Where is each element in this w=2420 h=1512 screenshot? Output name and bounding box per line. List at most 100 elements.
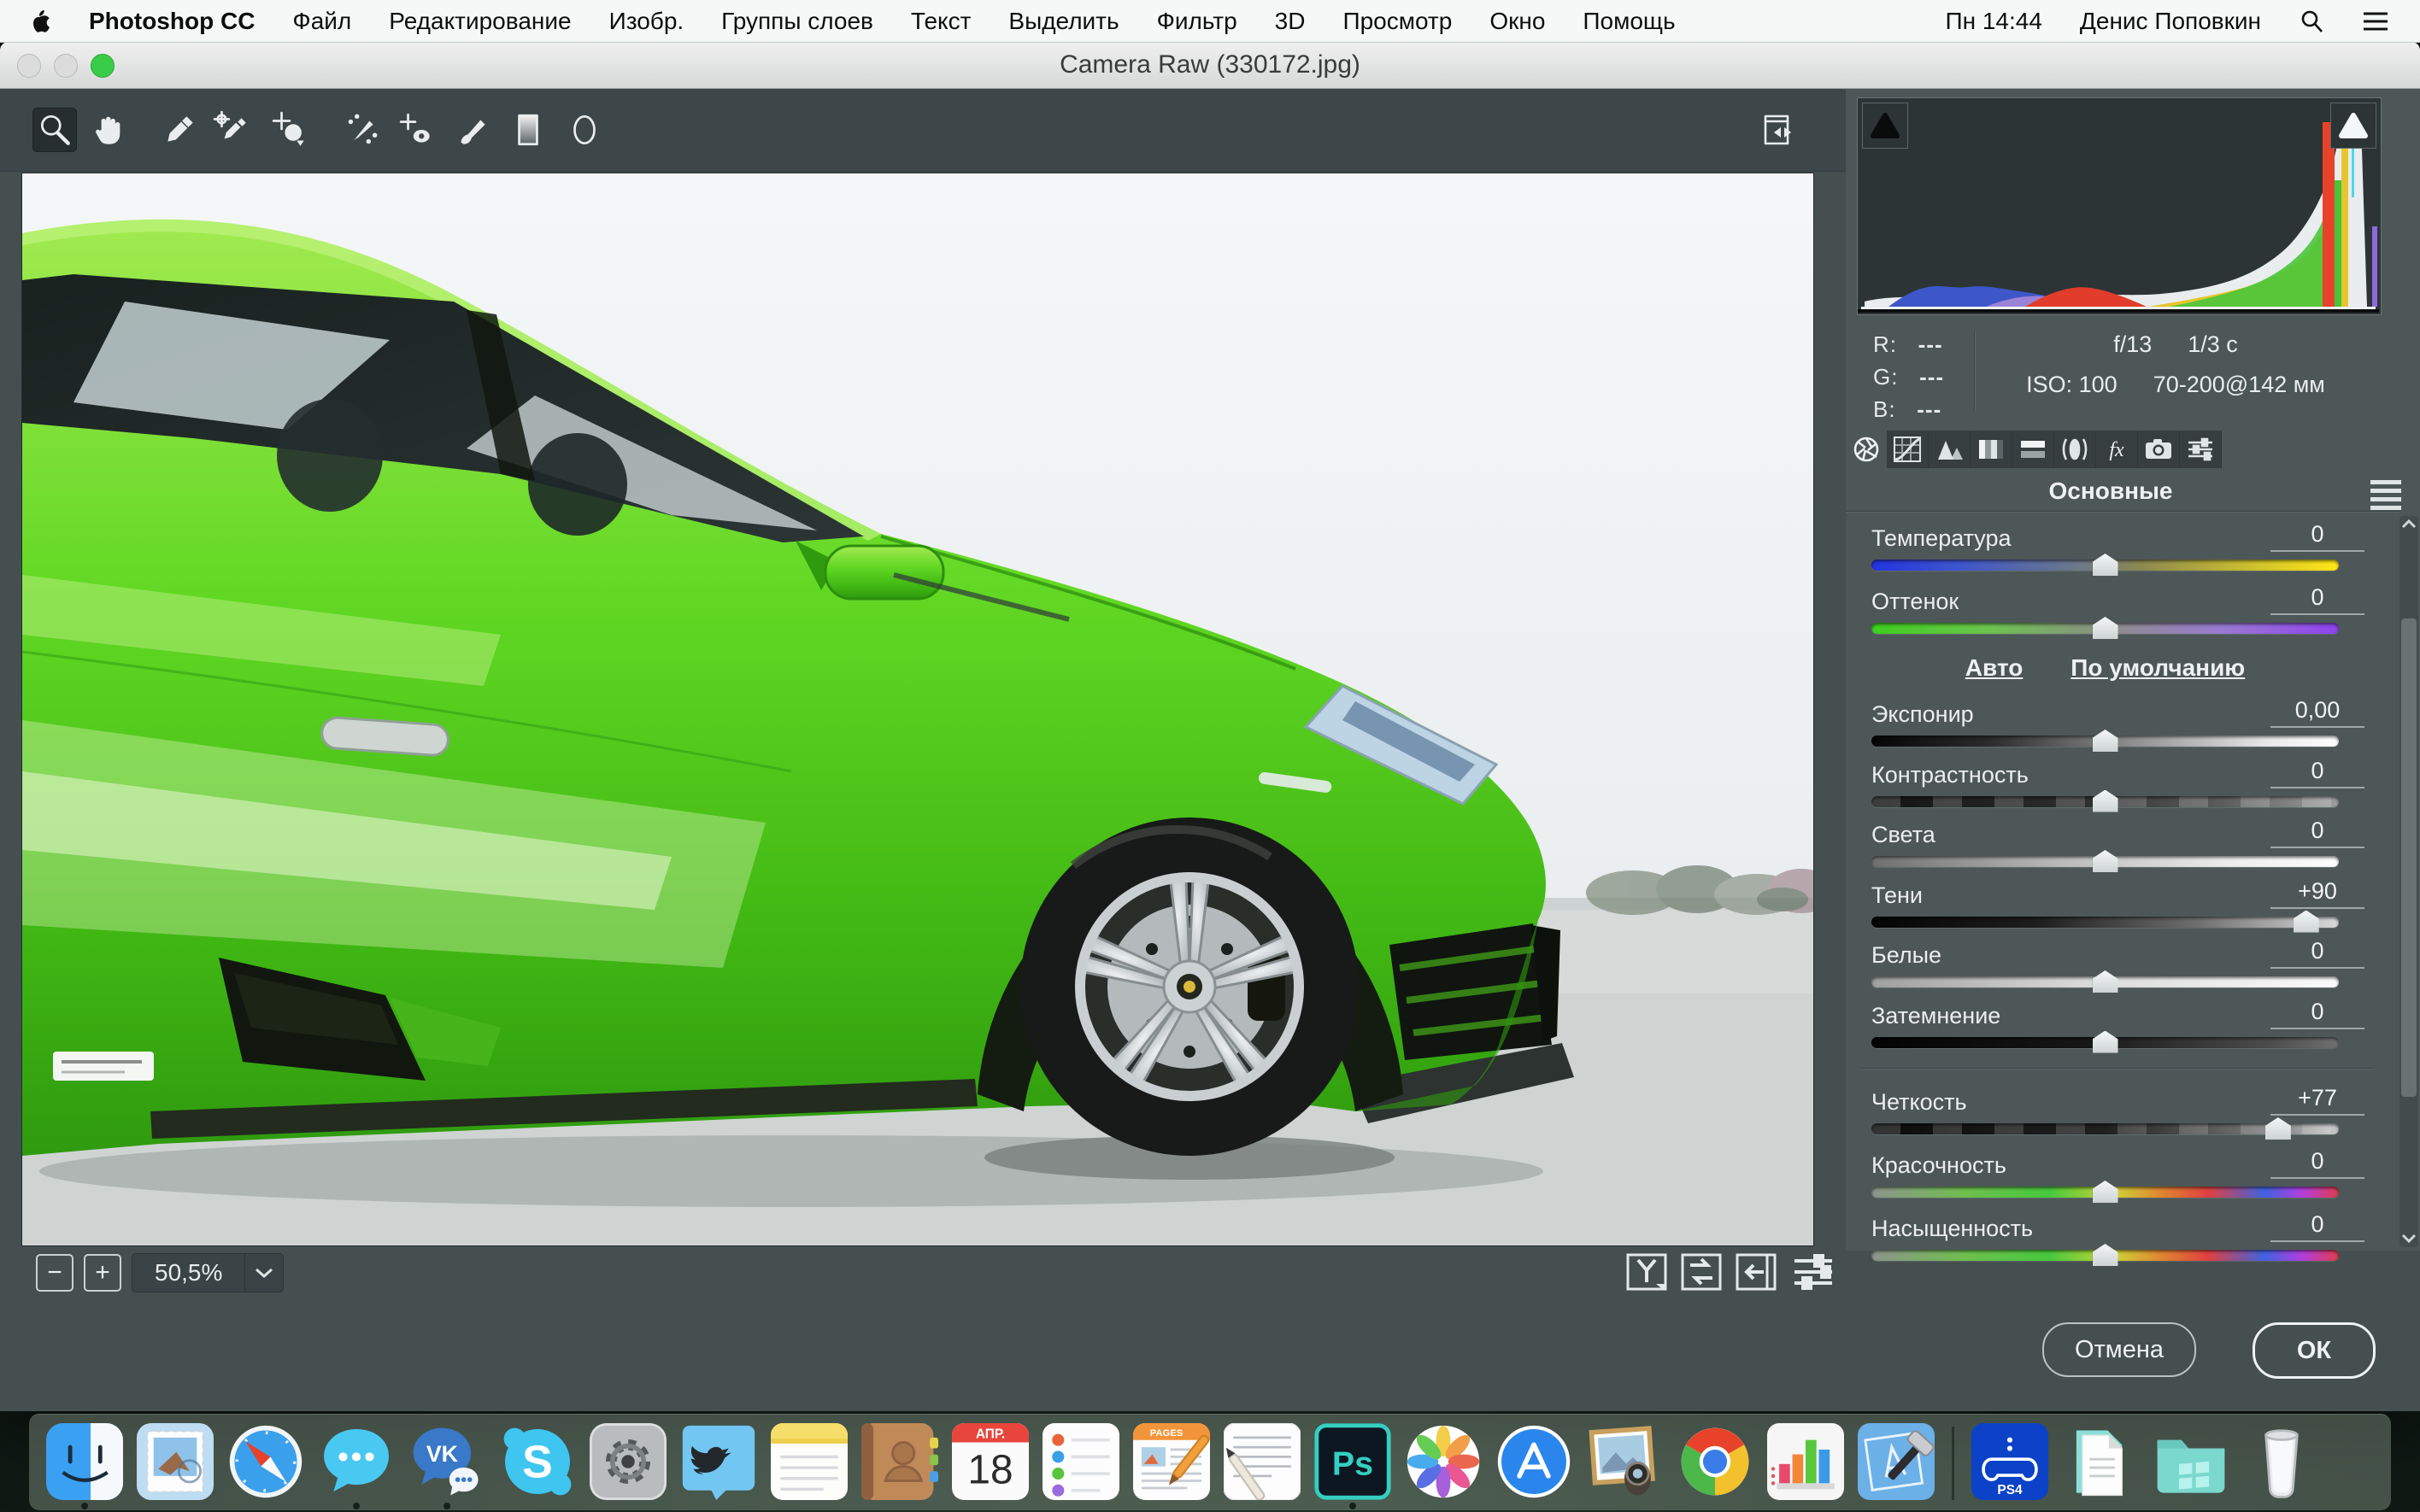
toggle-fullscreen-button[interactable] (1757, 108, 1801, 152)
dock-messages[interactable] (317, 1421, 396, 1510)
slider-value-field[interactable]: +77 (2270, 1085, 2364, 1116)
dock-calendar[interactable]: АПР.18 (951, 1421, 1030, 1510)
white-balance-tool[interactable] (157, 108, 202, 152)
menu-type[interactable]: Текст (892, 8, 990, 35)
panel-scrollbar[interactable] (2399, 516, 2418, 1247)
slider-value-field[interactable]: 0 (2270, 758, 2364, 788)
dock-twitter[interactable] (679, 1421, 758, 1510)
slider-value-field[interactable]: 0 (2270, 1211, 2364, 1242)
menu-edit[interactable]: Редактирование (370, 8, 590, 35)
spot-removal-tool[interactable] (340, 108, 385, 152)
scrollbar-thumb[interactable] (2401, 618, 2417, 1097)
highlight-clipping-toggle[interactable] (2330, 103, 2376, 149)
dock-windows-folder[interactable] (2152, 1421, 2230, 1510)
menu-select[interactable]: Выделить (990, 8, 1137, 35)
menu-view[interactable]: Просмотр (1324, 8, 1471, 35)
tab-presets[interactable] (2180, 431, 2222, 468)
dock-safari[interactable] (226, 1421, 305, 1510)
menu-clock[interactable]: Пн 14:44 (1926, 8, 2060, 35)
dock-ps4-remote-play[interactable]: PS4 (1971, 1421, 2049, 1510)
dock-trash[interactable] (2242, 1421, 2321, 1510)
title-bar[interactable]: Camera Raw (330172.jpg) (0, 42, 2420, 89)
zoom-out-button[interactable]: − (36, 1254, 73, 1292)
menu-window[interactable]: Окно (1471, 8, 1564, 35)
dock-photoshop[interactable]: Ps (1313, 1421, 1392, 1510)
slider-thumb[interactable] (2093, 850, 2118, 872)
slider-value-field[interactable]: 0 (2270, 938, 2364, 969)
copy-settings-button[interactable] (1735, 1250, 1779, 1294)
slider-value-field[interactable]: 0 (2270, 584, 2364, 615)
tab-hsl-grayscale[interactable] (1971, 431, 2012, 468)
slider-track[interactable] (1871, 735, 2339, 747)
menu-3d[interactable]: 3D (1256, 8, 1325, 35)
targeted-adjustment-tool[interactable] (268, 108, 313, 152)
dock-image-capture[interactable] (1585, 1421, 1664, 1510)
menu-layers[interactable]: Группы слоев (702, 8, 892, 35)
zoom-window-button[interactable] (91, 54, 115, 78)
default-link[interactable]: По умолчанию (2071, 654, 2245, 682)
tab-camera-calibration[interactable] (2138, 431, 2180, 468)
panel-menu-icon[interactable] (2370, 480, 2401, 510)
slider-value-field[interactable]: 0,00 (2270, 697, 2364, 728)
before-after-view-button[interactable] (1625, 1250, 1670, 1294)
tab-tone-curve[interactable] (1887, 431, 1929, 468)
slider-track[interactable] (1871, 856, 2339, 867)
dock-system-preferences[interactable] (589, 1421, 667, 1510)
shadow-clipping-toggle[interactable] (1862, 103, 1908, 149)
slider-thumb[interactable] (2093, 790, 2118, 812)
adjustment-brush-tool[interactable] (451, 108, 496, 152)
zoom-tool[interactable] (32, 108, 77, 152)
dock-pages[interactable]: PAGES (1132, 1421, 1211, 1510)
slider-thumb[interactable] (2093, 617, 2118, 639)
slider-value-field[interactable]: 0 (2270, 521, 2364, 552)
slider-thumb[interactable] (2093, 1031, 2118, 1053)
slider-thumb[interactable] (2294, 911, 2319, 933)
menu-file[interactable]: Файл (273, 8, 370, 35)
slider-thumb[interactable] (2265, 1117, 2291, 1140)
dock-documents[interactable] (2061, 1421, 2140, 1510)
slider-value-field[interactable]: 0 (2270, 1148, 2364, 1179)
dock-notes[interactable] (770, 1421, 849, 1510)
close-button[interactable] (17, 54, 41, 78)
dock-chrome[interactable] (1676, 1421, 1754, 1510)
radial-filter-tool[interactable] (562, 108, 607, 152)
ok-button[interactable]: ОК (2253, 1322, 2376, 1379)
notification-center-button[interactable] (2343, 10, 2408, 32)
cancel-button[interactable]: Отмена (2042, 1322, 2196, 1377)
menu-app-name[interactable]: Photoshop CC (70, 8, 273, 35)
zoom-in-button[interactable]: + (84, 1254, 121, 1292)
hand-tool[interactable] (87, 108, 132, 152)
slider-track[interactable] (1871, 917, 2339, 928)
spotlight-button[interactable] (2280, 9, 2343, 34)
menu-help[interactable]: Помощь (1564, 8, 1694, 35)
menu-filter[interactable]: Фильтр (1138, 8, 1256, 35)
slider-track[interactable] (1871, 1250, 2339, 1261)
dock-xcode[interactable] (1857, 1421, 1935, 1510)
dock-vk-messenger[interactable]: VK (408, 1421, 486, 1510)
slider-track[interactable] (1871, 976, 2339, 987)
swap-before-after-button[interactable] (1680, 1250, 1724, 1294)
apple-menu[interactable] (12, 9, 70, 33)
graduated-filter-tool[interactable] (506, 108, 550, 152)
slider-track[interactable] (1871, 560, 2339, 571)
slider-thumb[interactable] (2093, 1181, 2118, 1203)
slider-track[interactable] (1871, 796, 2339, 807)
slider-track[interactable] (1871, 1123, 2339, 1134)
dock-photos[interactable] (1404, 1421, 1483, 1510)
dock-finder[interactable] (45, 1421, 124, 1510)
slider-value-field[interactable]: 0 (2270, 818, 2364, 848)
image-canvas[interactable] (21, 173, 1814, 1246)
tab-split-toning[interactable] (2012, 431, 2054, 468)
tab-lens-corrections[interactable] (2054, 431, 2096, 468)
slider-thumb[interactable] (2093, 730, 2118, 752)
zoom-level-select[interactable]: 50,5% (132, 1253, 284, 1292)
slider-track[interactable] (1871, 1037, 2339, 1048)
toggle-settings-panel-button[interactable] (1789, 1250, 1837, 1294)
color-sampler-tool[interactable] (210, 108, 255, 152)
scroll-up-icon[interactable] (2401, 519, 2417, 529)
slider-thumb[interactable] (2093, 554, 2118, 576)
tab-basic[interactable] (1846, 431, 1887, 468)
slider-track[interactable] (1871, 623, 2339, 634)
slider-value-field[interactable]: +90 (2270, 878, 2364, 909)
dock-contacts[interactable] (861, 1421, 939, 1510)
